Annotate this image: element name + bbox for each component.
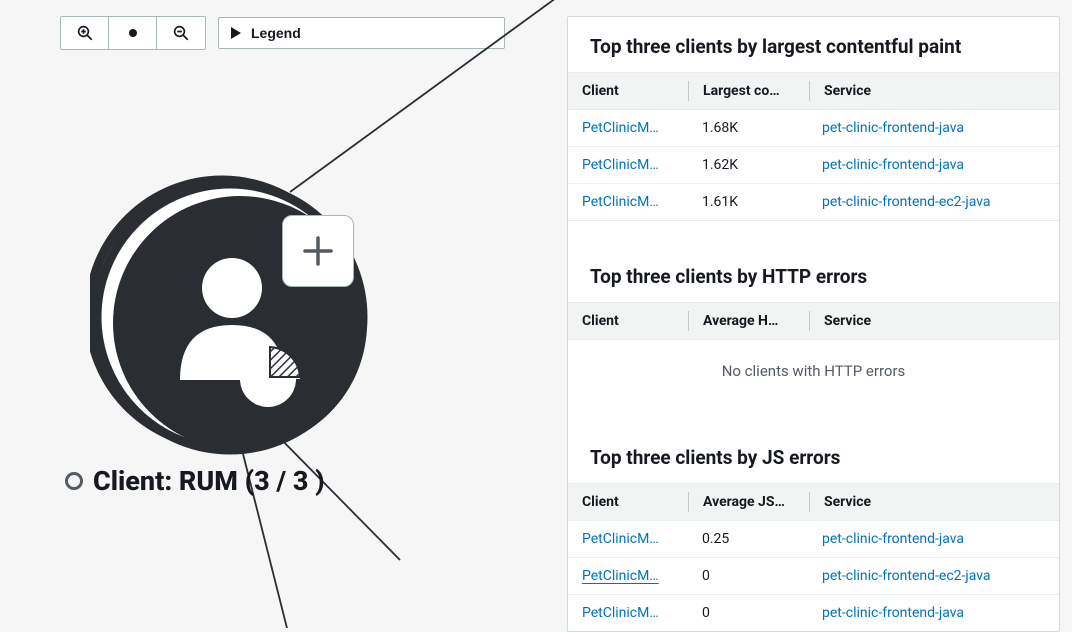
zoom-in-button[interactable] xyxy=(61,17,109,49)
cell-service-link[interactable]: pet-clinic-frontend-java xyxy=(808,147,1059,183)
fit-button[interactable] xyxy=(109,17,157,49)
details-pane: Top three clients by largest contentful … xyxy=(555,0,1072,628)
th-metric: Largest co… xyxy=(689,73,809,109)
cell-metric: 1.62K xyxy=(688,147,808,183)
legend-label: Legend xyxy=(251,25,301,41)
zoom-out-button[interactable] xyxy=(157,17,205,49)
table-header-http: Client Average H… Service xyxy=(568,302,1059,340)
th-service: Service xyxy=(810,73,1059,109)
zoom-button-group xyxy=(60,16,206,50)
table-row: PetClinicM… 0 pet-clinic-frontend-ec2-ja… xyxy=(568,558,1059,595)
cell-metric: 1.61K xyxy=(688,184,808,220)
add-node-button[interactable] xyxy=(282,215,354,287)
table-row: PetClinicM… 0 pet-clinic-frontend-java xyxy=(568,595,1059,631)
cell-service-link[interactable]: pet-clinic-frontend-java xyxy=(808,110,1059,146)
section-title-lcp: Top three clients by largest contentful … xyxy=(568,17,1059,72)
th-client: Client xyxy=(568,73,688,109)
section-title-js: Top three clients by JS errors xyxy=(568,428,1059,483)
cell-service-link[interactable]: pet-clinic-frontend-java xyxy=(808,521,1059,557)
table-row: PetClinicM… 1.62K pet-clinic-frontend-ja… xyxy=(568,147,1059,184)
cell-client-link[interactable]: PetClinicM… xyxy=(568,558,688,594)
cell-metric: 0 xyxy=(688,558,808,594)
node-label-text: Client: RUM (3 / 3 ) xyxy=(93,465,325,497)
cell-metric: 1.68K xyxy=(688,110,808,146)
empty-state-http: No clients with HTTP errors xyxy=(568,340,1059,402)
plus-icon xyxy=(300,233,336,269)
graph-toolbar: Legend xyxy=(60,16,555,50)
legend-toggle-button[interactable]: Legend xyxy=(218,17,505,49)
table-row: PetClinicM… 0.25 pet-clinic-frontend-jav… xyxy=(568,521,1059,558)
zoom-out-icon xyxy=(172,24,190,42)
cell-service-link[interactable]: pet-clinic-frontend-java xyxy=(808,595,1059,631)
cell-service-link[interactable]: pet-clinic-frontend-ec2-java xyxy=(808,184,1059,220)
cell-metric: 0 xyxy=(688,595,808,631)
dot-icon xyxy=(128,28,138,38)
zoom-in-icon xyxy=(76,24,94,42)
table-header-lcp: Client Largest co… Service xyxy=(568,72,1059,110)
node-select-ring-icon xyxy=(65,472,83,490)
th-metric: Average H… xyxy=(689,303,809,339)
cell-metric: 0.25 xyxy=(688,521,808,557)
th-service: Service xyxy=(810,484,1059,520)
graph-canvas-pane: Legend xyxy=(0,0,555,628)
graph-node-label: Client: RUM (3 / 3 ) xyxy=(65,465,325,497)
section-title-http: Top three clients by HTTP errors xyxy=(568,247,1059,302)
cell-client-link[interactable]: PetClinicM… xyxy=(568,595,688,631)
th-service: Service xyxy=(810,303,1059,339)
cell-client-link[interactable]: PetClinicM… xyxy=(568,521,688,557)
play-icon xyxy=(231,27,241,39)
table-header-js: Client Average JS… Service xyxy=(568,483,1059,521)
cell-client-link[interactable]: PetClinicM… xyxy=(568,184,688,220)
cell-client-link[interactable]: PetClinicM… xyxy=(568,147,688,183)
cell-service-link[interactable]: pet-clinic-frontend-ec2-java xyxy=(808,558,1059,594)
th-client: Client xyxy=(568,484,688,520)
th-metric: Average JS… xyxy=(689,484,809,520)
th-client: Client xyxy=(568,303,688,339)
table-row: PetClinicM… 1.68K pet-clinic-frontend-ja… xyxy=(568,110,1059,147)
table-row: PetClinicM… 1.61K pet-clinic-frontend-ec… xyxy=(568,184,1059,221)
metrics-panel: Top three clients by largest contentful … xyxy=(567,16,1060,632)
cell-client-link[interactable]: PetClinicM… xyxy=(568,110,688,146)
